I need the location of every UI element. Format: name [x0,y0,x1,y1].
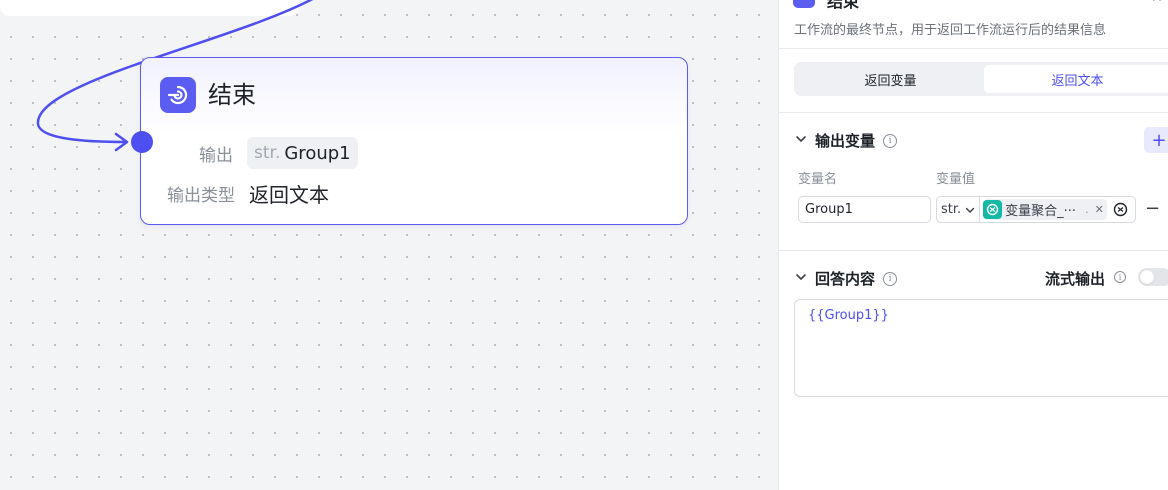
variable-name-input[interactable] [798,196,931,223]
divider [779,48,1168,49]
output-section-title: 输出变量 [815,132,876,150]
exit-icon [167,85,188,105]
node-title: 结束 [208,81,256,109]
variable-reference-text: 变量聚合_··· [1005,204,1077,219]
tab-return-variable[interactable]: 返回变量 [797,65,984,93]
info-icon[interactable]: i [1114,271,1126,283]
answer-content-editor[interactable]: {{Group1}} [794,299,1168,397]
info-icon[interactable]: i [883,133,898,148]
col-header-value: 变量值 [936,172,976,187]
variable-reference-tag[interactable]: 变量聚合_··· . ✕ [983,199,1107,220]
input-port[interactable] [131,131,153,153]
panel-node-icon [793,0,815,8]
variable-value-field: str. 变量聚合_··· . ✕ [936,196,1136,223]
type-label: 输出类型 [167,186,235,206]
node-config-panel: 结束 ✕ 工作流的最终节点，用于返回工作流运行后的结果信息 返回变量 返回文本 … [778,0,1168,490]
tab-return-text[interactable]: 返回文本 [984,65,1168,93]
variable-reference-suffix: . [1085,203,1089,216]
workflow-canvas[interactable]: 结束 输出 str. Group1 输出类型 返回文本 [0,0,778,490]
output-type-prefix: str. [254,143,281,163]
chevron-down-icon[interactable] [795,271,807,286]
variable-picker-icon[interactable] [1113,202,1128,217]
aggregator-icon [983,200,1003,219]
panel-title: 结束 [827,0,860,11]
end-node-icon [160,77,196,113]
toggle-knob [1140,270,1154,284]
variable-type-value: str. [941,202,962,217]
output-label: 输出 [199,145,233,166]
answer-section-title: 回答内容 [815,270,876,288]
variable-type-select[interactable]: str. [937,197,981,222]
type-value: 返回文本 [249,183,329,207]
remove-variable-button[interactable]: − [1145,198,1160,219]
panel-description: 工作流的最终节点，用于返回工作流运行后的结果信息 [794,23,1107,38]
return-mode-tabs: 返回变量 返回文本 [794,62,1168,96]
chevron-down-icon [965,207,975,213]
chevron-down-icon[interactable] [795,133,807,148]
close-icon[interactable]: ✕ [1151,0,1163,6]
output-section-header[interactable]: 输出变量 i [795,130,898,151]
info-icon[interactable]: i [883,271,898,286]
add-variable-button[interactable]: + [1144,127,1168,153]
output-var-name: Group1 [284,142,351,164]
col-header-name: 变量名 [798,172,838,187]
node-output-row: 输出 str. Group1 [197,137,358,169]
stream-output-toggle[interactable] [1138,268,1168,286]
remove-reference-icon[interactable]: ✕ [1095,203,1104,216]
end-node[interactable]: 结束 输出 str. Group1 输出类型 返回文本 [131,57,688,225]
answer-content-text: {{Group1}} [808,308,889,323]
stream-output-label: 流式输出 [1045,270,1106,288]
node-type-row: 输出类型 返回文本 [159,179,329,208]
divider [779,112,1168,113]
answer-section-header[interactable]: 回答内容 i [795,268,898,289]
divider [779,250,1168,251]
output-var-chip: str. Group1 [247,137,358,169]
